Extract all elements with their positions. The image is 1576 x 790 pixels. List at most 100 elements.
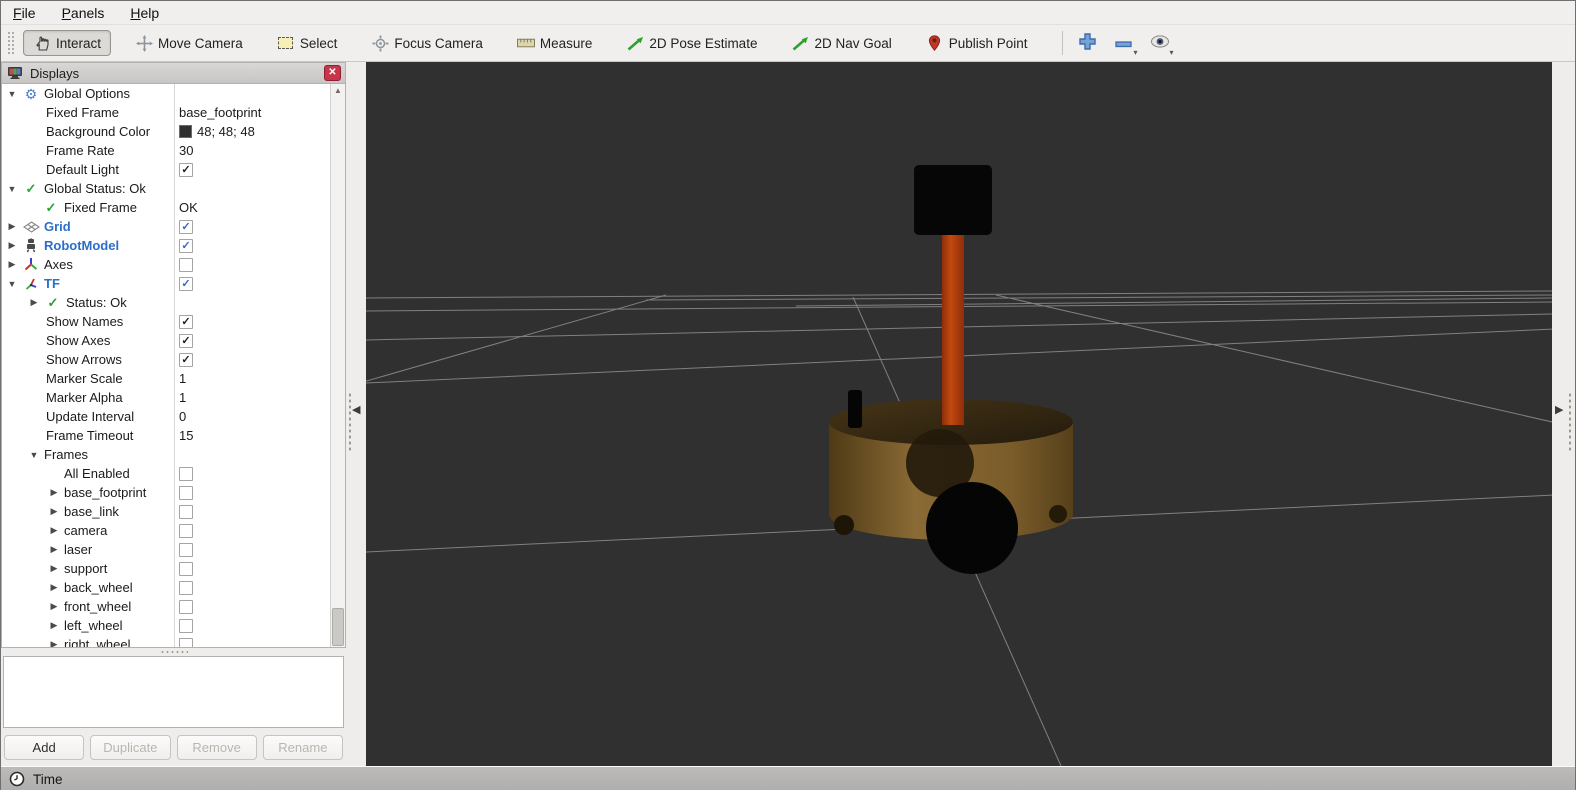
tree-row-camera[interactable]: ▶ camera xyxy=(2,521,330,540)
tree-row-marker-scale[interactable]: Marker Scale 1 xyxy=(2,369,330,388)
tree-row-show-arrows[interactable]: Show Arrows ✓ xyxy=(2,350,330,369)
expand-open-icon[interactable]: ▼ xyxy=(28,450,40,460)
right-viewport-splitter[interactable]: ▶ xyxy=(1552,62,1575,766)
tool-select[interactable]: Select xyxy=(267,30,348,56)
tree-row-base-footprint[interactable]: ▶ base_footprint xyxy=(2,483,330,502)
tree-row-status-ok[interactable]: ▶ ✓ Status: Ok xyxy=(2,293,330,312)
value-text[interactable]: OK xyxy=(179,200,198,215)
tool-interact[interactable]: Interact xyxy=(23,30,112,56)
expand-closed-icon[interactable]: ▶ xyxy=(48,506,60,517)
checkbox-tf[interactable]: ✓ xyxy=(179,276,193,291)
checkbox-show-arrows[interactable]: ✓ xyxy=(179,352,193,367)
tree-row-base-link[interactable]: ▶ base_link xyxy=(2,502,330,521)
dropdown-caret-icon[interactable]: ▾ xyxy=(1134,48,1138,57)
checkbox-left-wheel[interactable] xyxy=(179,618,193,633)
expand-open-icon[interactable]: ▼ xyxy=(6,184,18,194)
checkbox-show-names[interactable]: ✓ xyxy=(179,314,193,329)
dropdown-caret-icon[interactable]: ▾ xyxy=(1170,48,1174,57)
tree-row-fixed-frame[interactable]: Fixed Frame base_footprint xyxy=(2,103,330,122)
tree-scrollbar[interactable]: ▲ ▼ xyxy=(330,84,345,647)
checkbox-right-wheel[interactable] xyxy=(179,637,193,647)
scroll-up-icon[interactable]: ▲ xyxy=(334,84,342,98)
tree-row-axes[interactable]: ▶ Axes xyxy=(2,255,330,274)
checkbox-base-footprint[interactable] xyxy=(179,485,193,500)
tree-row-back-wheel[interactable]: ▶ back_wheel xyxy=(2,578,330,597)
collapse-right-icon[interactable]: ▶ xyxy=(1555,403,1563,416)
value-text[interactable]: 1 xyxy=(179,371,186,386)
panel-horizontal-splitter[interactable] xyxy=(1,648,346,656)
minus-button[interactable]: ▾ xyxy=(1109,30,1139,57)
checkbox-laser[interactable] xyxy=(179,542,193,557)
expand-closed-icon[interactable]: ▶ xyxy=(48,487,60,498)
tree-row-update-interval[interactable]: Update Interval 0 xyxy=(2,407,330,426)
menu-item-help[interactable]: Help xyxy=(130,5,159,21)
tree-row-tf[interactable]: ▼ TF ✓ xyxy=(2,274,330,293)
tool-2d-nav-goal[interactable]: 2D Nav Goal xyxy=(781,30,901,56)
time-panel[interactable]: Time xyxy=(1,766,1575,790)
value-text[interactable]: 1 xyxy=(179,390,186,405)
checkbox-base-link[interactable] xyxy=(179,504,193,519)
expand-closed-icon[interactable]: ▶ xyxy=(28,297,40,308)
3d-viewport[interactable] xyxy=(366,62,1552,766)
tree-row-fixed-frame[interactable]: ✓ Fixed Frame OK xyxy=(2,198,330,217)
tree-row-left-wheel[interactable]: ▶ left_wheel xyxy=(2,616,330,635)
tree-row-robotmodel[interactable]: ▶ RobotModel ✓ xyxy=(2,236,330,255)
color-swatch[interactable] xyxy=(179,125,192,138)
checkbox-support[interactable] xyxy=(179,561,193,576)
tree-row-global-options[interactable]: ▼ ⚙ Global Options xyxy=(2,84,330,103)
checkbox-show-axes[interactable]: ✓ xyxy=(179,333,193,348)
tree-row-frames[interactable]: ▼ Frames xyxy=(2,445,330,464)
value-text[interactable]: 15 xyxy=(179,428,193,443)
close-icon[interactable]: ✕ xyxy=(324,65,341,81)
expand-open-icon[interactable]: ▼ xyxy=(6,89,18,99)
toolbar-drag-handle[interactable] xyxy=(7,31,15,55)
scrollbar-track[interactable] xyxy=(331,98,345,646)
tool-move-camera[interactable]: Move Camera xyxy=(125,30,253,56)
plus-button[interactable] xyxy=(1073,30,1103,56)
expand-closed-icon[interactable]: ▶ xyxy=(6,259,18,270)
tree-row-marker-alpha[interactable]: Marker Alpha 1 xyxy=(2,388,330,407)
tree-row-show-names[interactable]: Show Names ✓ xyxy=(2,312,330,331)
expand-open-icon[interactable]: ▼ xyxy=(6,279,18,289)
menu-item-file[interactable]: File xyxy=(13,5,36,21)
expand-closed-icon[interactable]: ▶ xyxy=(48,525,60,536)
tool-measure[interactable]: Measure xyxy=(507,30,603,56)
tree-row-laser[interactable]: ▶ laser xyxy=(2,540,330,559)
checkbox-robotmodel[interactable]: ✓ xyxy=(179,238,193,253)
checkbox-camera[interactable] xyxy=(179,523,193,538)
checkbox-grid[interactable]: ✓ xyxy=(179,219,193,234)
tree-row-support[interactable]: ▶ support xyxy=(2,559,330,578)
checkbox-all-enabled[interactable] xyxy=(179,466,193,481)
add-button[interactable]: Add xyxy=(4,735,85,760)
expand-closed-icon[interactable]: ▶ xyxy=(48,544,60,555)
tree-row-default-light[interactable]: Default Light ✓ xyxy=(2,160,330,179)
eye-button[interactable]: ▾ xyxy=(1145,30,1175,57)
tree-row-show-axes[interactable]: Show Axes ✓ xyxy=(2,331,330,350)
value-text[interactable]: 0 xyxy=(179,409,186,424)
tool-2d-pose-estimate[interactable]: 2D Pose Estimate xyxy=(616,30,767,56)
tool-focus-camera[interactable]: Focus Camera xyxy=(361,30,493,56)
tree-row-background-color[interactable]: Background Color 48; 48; 48 xyxy=(2,122,330,141)
expand-closed-icon[interactable]: ▶ xyxy=(48,601,60,612)
value-text[interactable]: base_footprint xyxy=(179,105,261,120)
checkbox-axes[interactable] xyxy=(179,257,193,272)
scrollbar-thumb[interactable] xyxy=(332,608,344,646)
expand-closed-icon[interactable]: ▶ xyxy=(48,563,60,574)
checkbox-default-light[interactable]: ✓ xyxy=(179,162,193,177)
checkbox-back-wheel[interactable] xyxy=(179,580,193,595)
menu-item-panels[interactable]: Panels xyxy=(62,5,105,21)
expand-closed-icon[interactable]: ▶ xyxy=(6,240,18,251)
tree-row-all-enabled[interactable]: All Enabled xyxy=(2,464,330,483)
tool-publish-point[interactable]: Publish Point xyxy=(916,30,1038,56)
tree-row-global-status-ok[interactable]: ▼ ✓ Global Status: Ok xyxy=(2,179,330,198)
checkbox-front-wheel[interactable] xyxy=(179,599,193,614)
expand-closed-icon[interactable]: ▶ xyxy=(48,620,60,631)
displays-panel-header[interactable]: Displays ✕ xyxy=(1,62,346,84)
expand-closed-icon[interactable]: ▶ xyxy=(48,639,60,647)
expand-closed-icon[interactable]: ▶ xyxy=(6,221,18,232)
tree-row-front-wheel[interactable]: ▶ front_wheel xyxy=(2,597,330,616)
tree-row-frame-rate[interactable]: Frame Rate 30 xyxy=(2,141,330,160)
tree-row-right-wheel[interactable]: ▶ right_wheel xyxy=(2,635,330,647)
tree-row-frame-timeout[interactable]: Frame Timeout 15 xyxy=(2,426,330,445)
tree-row-grid[interactable]: ▶ Grid ✓ xyxy=(2,217,330,236)
